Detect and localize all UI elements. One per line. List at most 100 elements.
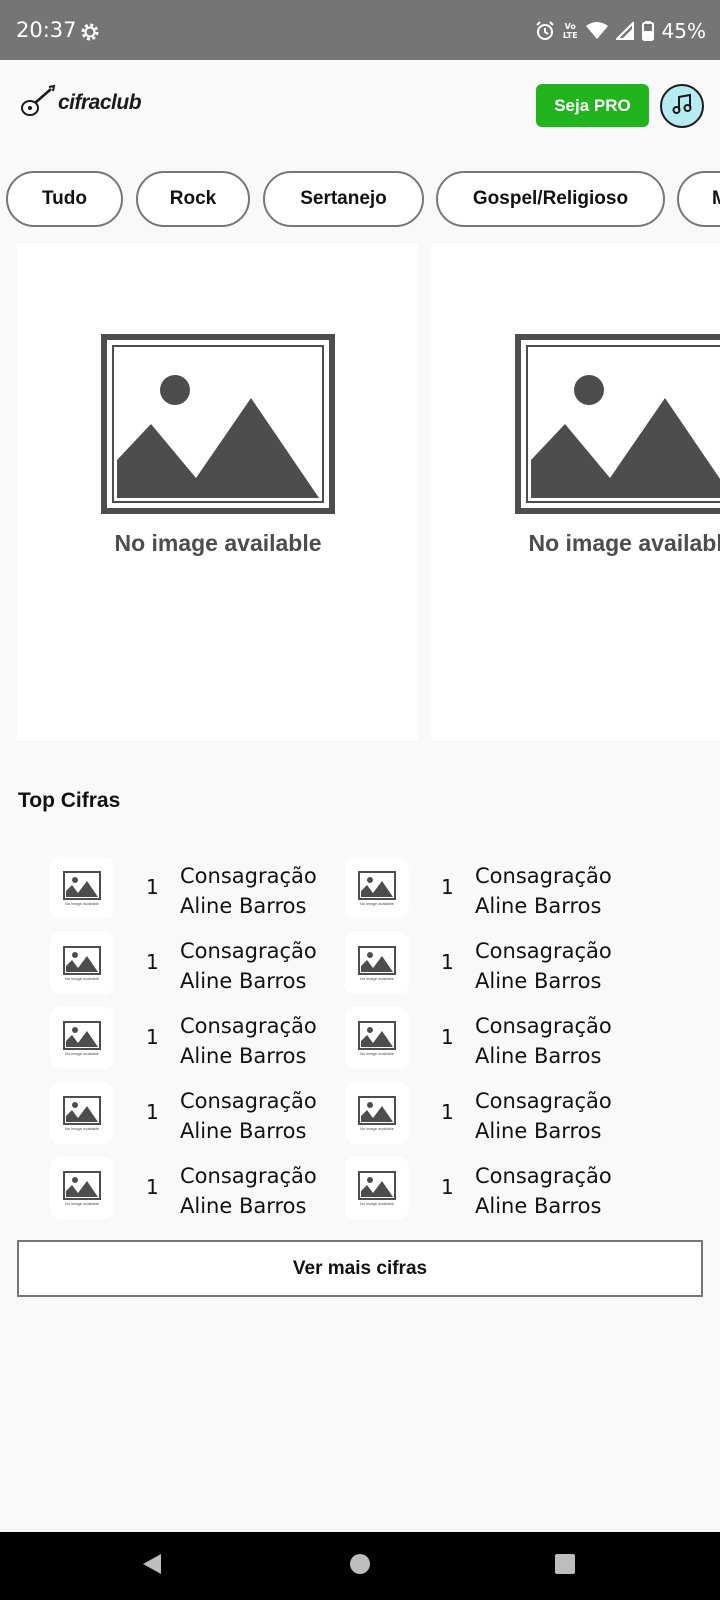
back-button[interactable]	[112, 1532, 192, 1600]
top-cifra-item[interactable]: No image available 1 Consagração Aline Barr…	[345, 857, 635, 919]
thumb-caption: No image available	[65, 901, 100, 906]
carousel-card[interactable]: No image available	[431, 244, 720, 740]
chip-more[interactable]: M	[677, 171, 720, 227]
song-rank: 1	[441, 875, 454, 899]
alarm-icon	[535, 21, 555, 41]
chip-more-label: M	[712, 188, 720, 210]
recents-button[interactable]	[525, 1532, 605, 1600]
song-rank: 1	[441, 1025, 454, 1049]
song-artist: Aline Barros	[180, 1119, 307, 1143]
song-thumbnail: No image available	[345, 857, 409, 919]
thumb-caption: No image available	[360, 1051, 395, 1056]
song-rank: 1	[441, 950, 454, 974]
carousel-card[interactable]: No image available	[17, 244, 418, 740]
song-title: Consagração	[475, 939, 612, 963]
thumb-caption: No image available	[65, 976, 100, 981]
song-artist: Aline Barros	[475, 1119, 602, 1143]
no-image-text: No image available	[114, 530, 322, 556]
top-cifra-item[interactable]: No image available 1 Consagração Aline Barr…	[50, 1007, 340, 1069]
song-rank: 1	[146, 1100, 159, 1124]
battery-level: 45%	[661, 19, 706, 43]
chip-rock[interactable]: Rock	[136, 171, 250, 227]
settings-gear-icon	[80, 22, 100, 42]
more-cifras-button[interactable]: Ver mais cifras	[17, 1240, 703, 1297]
song-rank: 1	[146, 1025, 159, 1049]
home-button[interactable]	[320, 1532, 400, 1600]
song-rank: 1	[146, 875, 159, 899]
song-rank: 1	[146, 950, 159, 974]
image-placeholder-icon: No image available	[63, 871, 101, 906]
thumb-caption: No image available	[360, 901, 395, 906]
genre-chips: Tudo Rock Sertanejo Gospel/Religioso M	[0, 171, 720, 229]
song-thumbnail: No image available	[345, 932, 409, 994]
song-title: Consagração	[475, 1089, 612, 1113]
thumb-caption: No image available	[360, 1201, 395, 1206]
logo-text: cifraclub	[58, 91, 142, 114]
music-note-button[interactable]	[660, 84, 704, 128]
battery-icon	[641, 21, 654, 41]
song-title: Consagração	[180, 939, 317, 963]
song-thumbnail: No image available	[345, 1157, 409, 1219]
top-cifra-item[interactable]: No image available 1 Consagração Aline Barr…	[345, 1007, 635, 1069]
image-placeholder-icon	[101, 334, 335, 514]
song-title: Consagração	[475, 864, 612, 888]
song-title: Consagração	[180, 1014, 317, 1038]
music-note-icon	[670, 92, 694, 120]
song-artist: Aline Barros	[475, 894, 602, 918]
thumb-caption: No image available	[65, 1126, 100, 1131]
status-icons: Vo LTE 45%	[535, 18, 706, 44]
song-rank: 1	[441, 1100, 454, 1124]
thumb-caption: No image available	[65, 1051, 100, 1056]
thumb-caption: No image available	[360, 1126, 395, 1131]
pro-button[interactable]: Seja PRO	[536, 84, 649, 127]
song-thumbnail: No image available	[50, 932, 114, 994]
song-thumbnail: No image available	[50, 857, 114, 919]
no-image-placeholder: No image available	[101, 334, 335, 557]
top-cifra-item[interactable]: No image available 1 Consagração Aline Barr…	[50, 1157, 340, 1219]
guitar-icon	[20, 84, 56, 122]
song-thumbnail: No image available	[50, 1007, 114, 1069]
song-thumbnail: No image available	[50, 1157, 114, 1219]
chip-tudo[interactable]: Tudo	[6, 171, 123, 227]
top-cifra-item[interactable]: No image available 1 Consagração Aline Barr…	[50, 1082, 340, 1144]
image-placeholder-icon: No image available	[358, 1171, 396, 1206]
wifi-icon	[585, 22, 608, 40]
top-cifra-item[interactable]: No image available 1 Consagração Aline Barr…	[50, 857, 340, 919]
chip-sertanejo[interactable]: Sertanejo	[263, 171, 424, 227]
signal-icon	[615, 22, 634, 40]
top-cifra-item[interactable]: No image available 1 Consagração Aline Barr…	[345, 1082, 635, 1144]
thumb-caption: No image available	[360, 976, 395, 981]
song-artist: Aline Barros	[475, 1194, 602, 1218]
system-nav-bar	[0, 1532, 720, 1600]
home-icon	[349, 1553, 371, 1579]
image-placeholder-icon: No image available	[358, 871, 396, 906]
image-placeholder-icon: No image available	[63, 1096, 101, 1131]
status-bar: 20:37 Vo LTE 45%	[0, 0, 720, 60]
chip-gospel-religioso[interactable]: Gospel/Religioso	[436, 171, 665, 227]
top-cifra-item[interactable]: No image available 1 Consagração Aline Barr…	[345, 932, 635, 994]
app-header: cifraclub Seja PRO	[0, 60, 720, 152]
top-cifra-item[interactable]: No image available 1 Consagração Aline Barr…	[50, 932, 340, 994]
song-thumbnail: No image available	[50, 1082, 114, 1144]
volte-icon: Vo LTE	[562, 22, 578, 40]
song-artist: Aline Barros	[180, 894, 307, 918]
image-placeholder-icon: No image available	[358, 946, 396, 981]
thumb-caption: No image available	[65, 1201, 100, 1206]
song-thumbnail: No image available	[345, 1082, 409, 1144]
logo[interactable]: cifraclub	[20, 84, 142, 122]
song-thumbnail: No image available	[345, 1007, 409, 1069]
top-cifra-item[interactable]: No image available 1 Consagração Aline Barr…	[345, 1157, 635, 1219]
no-image-placeholder: No image available	[515, 334, 720, 557]
song-artist: Aline Barros	[475, 969, 602, 993]
song-title: Consagração	[180, 1164, 317, 1188]
network-label: LTE	[562, 31, 578, 40]
no-image-text: No image available	[528, 530, 720, 556]
song-title: Consagração	[475, 1164, 612, 1188]
image-placeholder-icon: No image available	[358, 1096, 396, 1131]
image-placeholder-icon: No image available	[63, 1171, 101, 1206]
image-placeholder-icon: No image available	[63, 946, 101, 981]
image-placeholder-icon	[515, 334, 720, 514]
recents-icon	[554, 1553, 576, 1579]
image-placeholder-icon: No image available	[63, 1021, 101, 1056]
song-rank: 1	[146, 1175, 159, 1199]
